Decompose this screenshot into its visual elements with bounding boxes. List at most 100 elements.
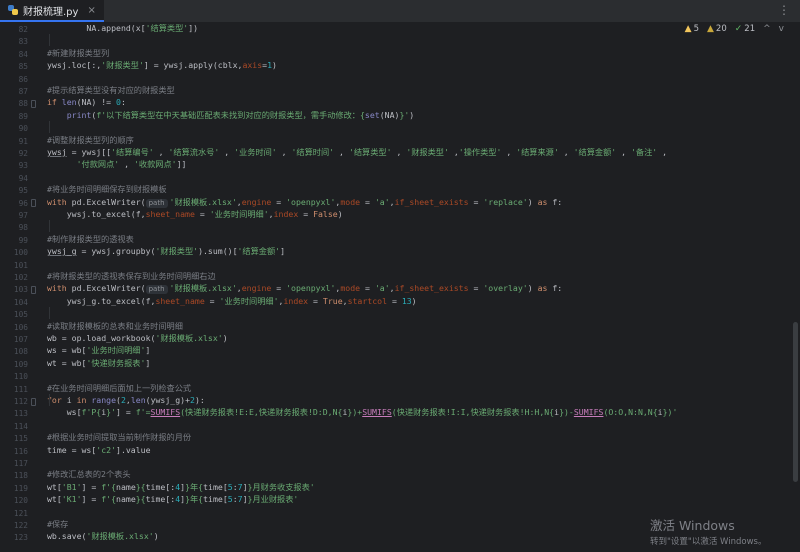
code-token: (快递财务报表!E:E,快递财务报表!D:D,N{ — [180, 407, 343, 418]
code-token: (ywsj_g)+ — [145, 395, 191, 405]
line-number: 110 — [13, 372, 28, 382]
fold-marker-icon[interactable] — [31, 397, 36, 406]
line-number: 100 — [13, 248, 28, 258]
code-line[interactable]: #将财报类型的透视表保存到业务时间明细右边 — [47, 271, 216, 282]
code-line[interactable]: #保存 — [47, 519, 68, 530]
code-line[interactable]: ws[f'P{i}'] = f'=SUMIFS(快递财务报表!E:E,快递财务报… — [47, 407, 678, 418]
code-token: , — [334, 147, 349, 157]
code-token: name — [116, 481, 136, 492]
fold-marker-icon[interactable] — [31, 99, 36, 108]
code-token: , — [335, 283, 341, 294]
line-number: 86 — [18, 74, 28, 84]
typos-count[interactable]: ✓ 21 — [735, 24, 755, 34]
code-line[interactable]: #调整财报类型列的顺序 — [47, 135, 134, 146]
next-highlight-icon[interactable]: v — [779, 24, 784, 34]
code-line[interactable]: ws = wb['业务时间明细'] — [47, 345, 150, 356]
code-line[interactable]: wt['B1'] = f'{name}{time[:4]}年{time[5:7]… — [47, 482, 315, 493]
code-token: if_sheet_exists — [394, 283, 469, 294]
code-line[interactable]: #将业务时间明细保存到财报模板 — [47, 184, 167, 195]
code-token: }{ — [135, 494, 146, 505]
code-line[interactable]: ywsj_g.to_excel(f,sheet_name = '业务时间明细',… — [47, 296, 417, 307]
line-number: 109 — [13, 359, 28, 369]
code-token: #新建财报类型列 — [47, 47, 110, 58]
indent-guide — [49, 120, 50, 134]
code-token: 'openpyxl' — [286, 196, 336, 207]
code-token: }' — [106, 407, 117, 418]
code-token: = — [194, 209, 210, 219]
vertical-scrollbar[interactable] — [790, 22, 800, 552]
code-line[interactable]: ywsj.loc[:,'财报类型'] = ywsj.apply(cblx,axi… — [47, 60, 277, 71]
code-token: #修改汇总表的2个表头 — [47, 469, 131, 480]
code-token: '结算编号' — [111, 147, 154, 157]
line-number: 102 — [13, 273, 28, 282]
code-token: time[ — [203, 481, 228, 492]
code-line[interactable]: with pd.ExcelWriter(path '财报模板.xlsx',engi… — [47, 283, 562, 295]
indent-guide — [49, 393, 50, 406]
code-line[interactable]: '付款网点' , '收款网点']] — [47, 159, 187, 170]
code-line[interactable]: NA.append(x['结算类型']) — [47, 23, 198, 34]
code-line[interactable]: print(f'以下结算类型在中天基础匹配表未找到对应的财报类型，需手动修改：{… — [47, 109, 415, 121]
code-line[interactable]: #根据业务时间提取当前制作财报的月份 — [47, 432, 191, 443]
code-token: }{ — [135, 481, 146, 492]
code-line[interactable]: wt = wb['快递财务报表'] — [47, 358, 150, 369]
code-line[interactable]: ywsj = ywsj[['结算编号' , '结算流水号' , '业务时间' ,… — [47, 147, 667, 158]
code-line[interactable]: ywsj.to_excel(f,sheet_name = '业务时间明细',in… — [47, 209, 343, 220]
code-line[interactable]: #新建财报类型列 — [47, 48, 109, 59]
code-token: 'openpyxl' — [286, 283, 336, 294]
code-line[interactable]: for i in range(2,len(ywsj_g)+2): — [47, 395, 205, 406]
code-token: i — [342, 407, 348, 418]
indent-guide — [49, 306, 50, 320]
code-line[interactable]: #修改汇总表的2个表头 — [47, 469, 131, 480]
line-number: 101 — [13, 260, 28, 270]
code-token: = — [360, 196, 375, 207]
code-editor[interactable]: NA.append(x['结算类型']) #新建财报类型列 ywsj.loc[:,'… — [0, 0, 800, 552]
line-number: 112 — [13, 397, 28, 406]
code-token: , — [119, 159, 134, 170]
code-line[interactable]: with pd.ExcelWriter(path '财报模板.xlsx',engi… — [47, 197, 562, 208]
code-token: '财报类型' — [155, 246, 199, 257]
code-token: '收款网点' — [133, 159, 177, 170]
tab-current-file[interactable]: 财报梳理.py × — [0, 0, 104, 22]
line-number: 123 — [13, 533, 28, 543]
code-line[interactable]: #制作财报类型的透视表 — [47, 234, 134, 245]
code-token: ) — [409, 109, 415, 120]
code-token: , — [448, 147, 459, 157]
line-number-gutter[interactable]: 82 83 84 85 86 87 88 89 90 91 92 93 94 95 96 97 98 99 100 1… — [0, 22, 36, 552]
code-token: , — [389, 283, 395, 294]
code-line[interactable]: time = ws['c2'].value — [47, 445, 151, 456]
code-line[interactable]: #提示结算类型没有对应的财报类型 — [47, 85, 175, 96]
code-token: (O:O,N:N,N{ — [603, 407, 658, 418]
code-token: SUMIFS — [150, 407, 181, 418]
code-token: mode — [340, 283, 361, 294]
code-token: time = ws[ — [47, 444, 97, 455]
code-line[interactable]: #读取财报模板的总表和业务时间明细 — [47, 321, 183, 332]
previous-highlight-icon[interactable]: ^ — [763, 24, 771, 34]
code-token: , — [219, 147, 235, 157]
weak-warnings-count[interactable]: ▲ 20 — [707, 24, 727, 34]
scrollbar-thumb[interactable] — [793, 322, 798, 482]
warnings-count[interactable]: ▲ 5 — [685, 24, 699, 34]
fold-marker-icon[interactable] — [31, 199, 36, 208]
inspection-widget[interactable]: ▲ 5 ▲ 20 ✓ 21 ^ v — [685, 24, 784, 34]
fold-marker-icon[interactable] — [31, 285, 36, 294]
code-token: })- — [559, 407, 574, 418]
code-line[interactable]: wb.save('财报模板.xlsx') — [47, 531, 159, 542]
code-token: '结算类型' — [145, 23, 189, 33]
code-token: }' — [399, 109, 410, 120]
code-token: = — [468, 196, 484, 207]
code-line[interactable]: wb = op.load_workbook('财报模板.xlsx') — [47, 333, 228, 344]
code-token: '结算金额' — [237, 246, 281, 257]
code-line[interactable]: if len(NA) != 0: — [47, 97, 126, 108]
code-line[interactable]: #在业务时间明细后面加上一列检查公式 — [47, 383, 191, 394]
more-options-icon[interactable]: ⋮ — [778, 3, 790, 17]
close-icon[interactable]: × — [87, 5, 95, 16]
code-line[interactable]: ywsj_g = ywsj.groupby('财报类型').sum()['结算金… — [47, 246, 285, 257]
code-token: = — [271, 283, 287, 294]
code-token: ( — [116, 395, 121, 405]
line-number: 84 — [18, 49, 28, 59]
code-token: ] = — [81, 481, 102, 492]
code-token: '备注' — [631, 147, 658, 157]
code-token: 'a' — [374, 283, 390, 294]
code-line[interactable]: wt['K1'] = f'{name}{time[:4]}年{time[5:7]… — [47, 494, 298, 505]
code-token: if — [47, 97, 62, 108]
